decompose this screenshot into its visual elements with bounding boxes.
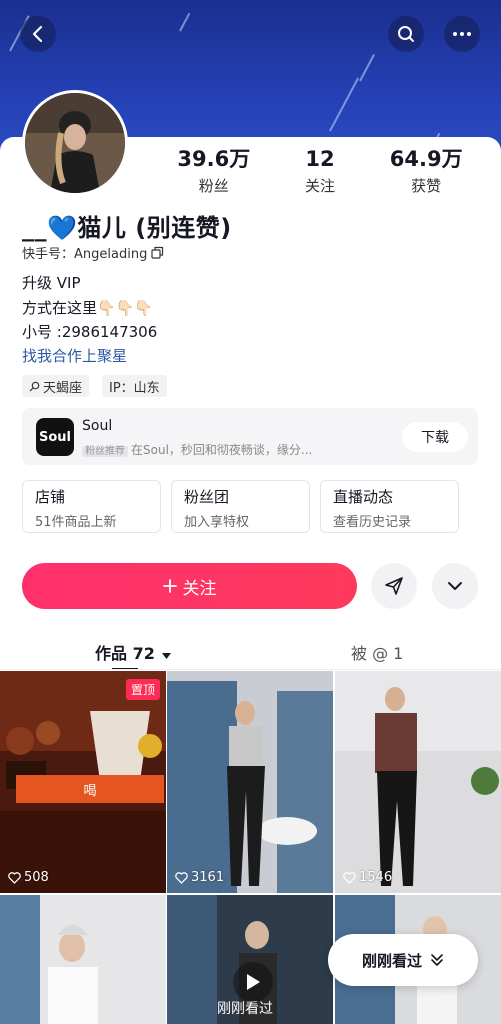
video-item[interactable]: 1546: [335, 671, 501, 893]
user-id-row[interactable]: 快手号：Angelading: [22, 243, 164, 262]
ad-card[interactable]: Soul Soul 粉丝推荐 在Soul，秒回和彻夜畅谈，缘分... 下载: [22, 408, 478, 465]
follow-label: 关注: [182, 578, 217, 599]
likes-count: 64.9万: [389, 147, 463, 171]
tab-works[interactable]: 作品 72: [95, 640, 172, 664]
video-item[interactable]: 置顶 喝 508: [0, 671, 166, 893]
video-thumbnail: [167, 671, 333, 893]
fan-club-title: 粉丝团: [184, 488, 230, 506]
recently-watched-label: 刚刚看过: [361, 951, 422, 970]
video-caption: 喝: [16, 775, 164, 803]
video-item[interactable]: 3161: [167, 671, 333, 893]
tab-mentioned[interactable]: 被 @ 1: [351, 640, 403, 664]
send-icon: [385, 577, 403, 595]
search-button[interactable]: [388, 16, 424, 52]
double-chevron-down-icon: [431, 954, 443, 966]
tab-works-label: 作品 72: [95, 644, 155, 663]
tag-ip-label: IP：山东: [109, 380, 160, 396]
followers-label: 粉丝: [198, 177, 229, 195]
tag-zodiac: 天蝎座: [22, 375, 90, 397]
fan-club-subtitle: 加入享特权: [184, 515, 250, 530]
profile-stats: 39.6万 粉丝 12 关注 64.9万 获赞: [150, 147, 490, 196]
live-title: 直播动态: [333, 488, 394, 506]
ad-title: Soul: [82, 418, 113, 434]
caret-down-icon: [162, 653, 172, 659]
bio-line: 方式在这里👇🏻👇🏻👇🏻: [22, 299, 154, 317]
content-tabs: 作品 72 被 @ 1: [0, 632, 501, 670]
expand-button[interactable]: [432, 563, 478, 609]
bio-link[interactable]: 找我合作上聚星: [22, 345, 127, 366]
video-likes: 1546: [343, 870, 392, 885]
following-count: 12: [305, 147, 335, 171]
ad-subtitle: 粉丝推荐 在Soul，秒回和彻夜畅谈，缘分...: [82, 441, 312, 458]
following-label: 关注: [304, 177, 335, 195]
heart-icon: [175, 871, 188, 884]
zodiac-icon: [29, 381, 40, 391]
live-subtitle: 查看历史记录: [333, 515, 412, 530]
more-button[interactable]: [444, 16, 480, 52]
chevron-down-icon: [448, 582, 462, 590]
play-icon: [247, 974, 260, 990]
followers-stat[interactable]: 39.6万 粉丝: [177, 147, 250, 196]
play-button[interactable]: [233, 962, 273, 1002]
copy-icon[interactable]: [151, 246, 164, 259]
video-likes: 508: [8, 870, 49, 885]
ad-description: 在Soul，秒回和彻夜畅谈，缘分...: [131, 443, 313, 457]
heart-icon: [8, 871, 21, 884]
tag-ip: IP：山东: [102, 375, 167, 397]
plus-icon: [162, 579, 177, 593]
download-button[interactable]: 下载: [402, 422, 468, 452]
soul-app-icon: Soul: [36, 418, 74, 456]
share-button[interactable]: [371, 563, 417, 609]
likes-stat[interactable]: 64.9万 获赞: [390, 147, 463, 196]
bio-line: 升级 VIP: [22, 274, 81, 292]
tabs-divider: [0, 669, 501, 670]
video-thumbnail: [0, 895, 166, 1024]
back-button[interactable]: [20, 16, 56, 52]
video-likes-count: 3161: [191, 870, 225, 885]
video-item[interactable]: 刚刚看过: [167, 895, 333, 1024]
avatar[interactable]: [22, 90, 128, 196]
following-stat[interactable]: 12 关注: [305, 147, 335, 196]
followers-count: 39.6万: [177, 147, 251, 171]
shop-title: 店铺: [35, 488, 66, 506]
follow-button[interactable]: 关注: [22, 563, 357, 609]
recently-watched-button[interactable]: 刚刚看过: [328, 934, 478, 986]
likes-label: 获赞: [411, 177, 442, 195]
nickname: __💙猫儿 (别连赞): [22, 214, 232, 242]
video-thumbnail: [335, 671, 501, 893]
recently-watched-overlay: 刚刚看过: [217, 1001, 273, 1017]
video-likes-count: 508: [24, 870, 49, 885]
shop-entry[interactable]: 店铺 51件商品上新: [22, 480, 161, 533]
fan-club-entry[interactable]: 粉丝团 加入享特权: [171, 480, 310, 533]
live-entry[interactable]: 直播动态 查看历史记录: [320, 480, 459, 533]
chevron-left-icon: [32, 25, 43, 43]
more-horizontal-icon: [453, 32, 471, 36]
tag-zodiac-label: 天蝎座: [43, 380, 83, 396]
ad-badge: 粉丝推荐: [82, 446, 128, 457]
pinned-badge: 置顶: [125, 679, 160, 700]
video-likes: 3161: [175, 870, 224, 885]
user-id: 快手号：Angelading: [22, 247, 148, 262]
heart-icon: [343, 871, 356, 884]
avatar-image: [25, 93, 125, 193]
search-icon: [398, 26, 414, 42]
bio-line: 小号 :2986147306: [22, 323, 158, 341]
video-item[interactable]: [0, 895, 166, 1024]
shop-subtitle: 51件商品上新: [35, 515, 117, 530]
video-likes-count: 1546: [359, 870, 393, 885]
